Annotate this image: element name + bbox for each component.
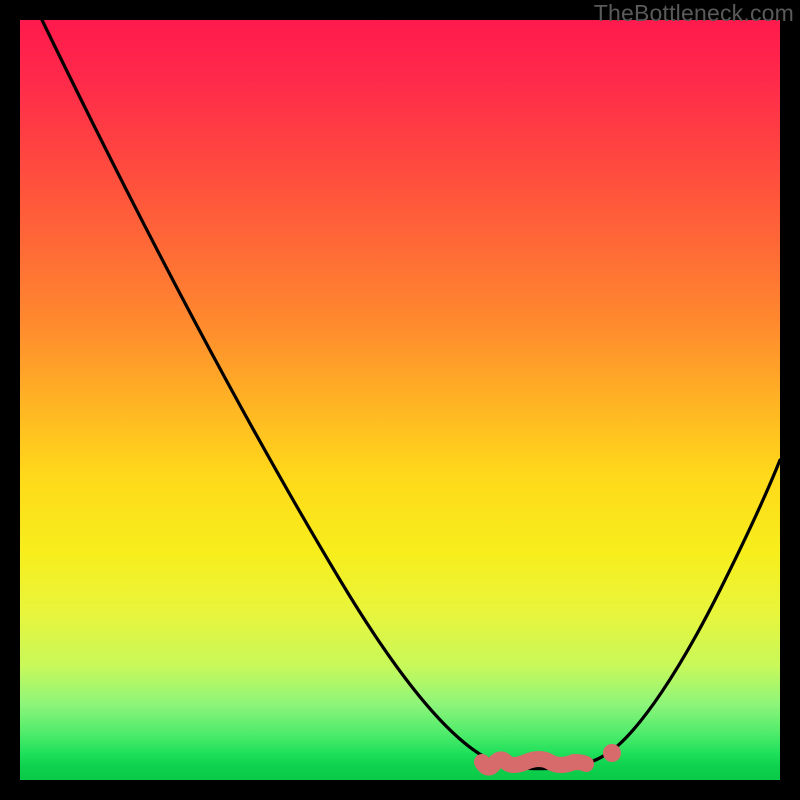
bottleneck-curve [42,20,780,769]
watermark-text: TheBottleneck.com [594,0,794,27]
valley-dot-right [603,744,621,762]
chart-frame: TheBottleneck.com [0,0,800,800]
curve-layer [20,20,780,780]
valley-squiggle-left [482,759,586,768]
plot-area [20,20,780,780]
